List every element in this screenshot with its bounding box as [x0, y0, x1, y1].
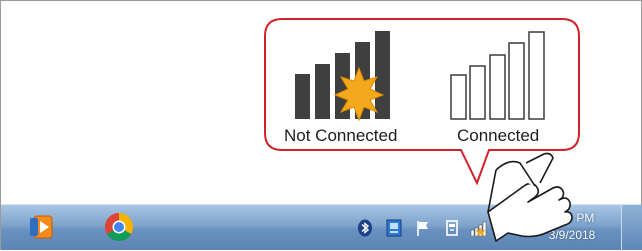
pointing-hand-icon	[487, 152, 573, 242]
